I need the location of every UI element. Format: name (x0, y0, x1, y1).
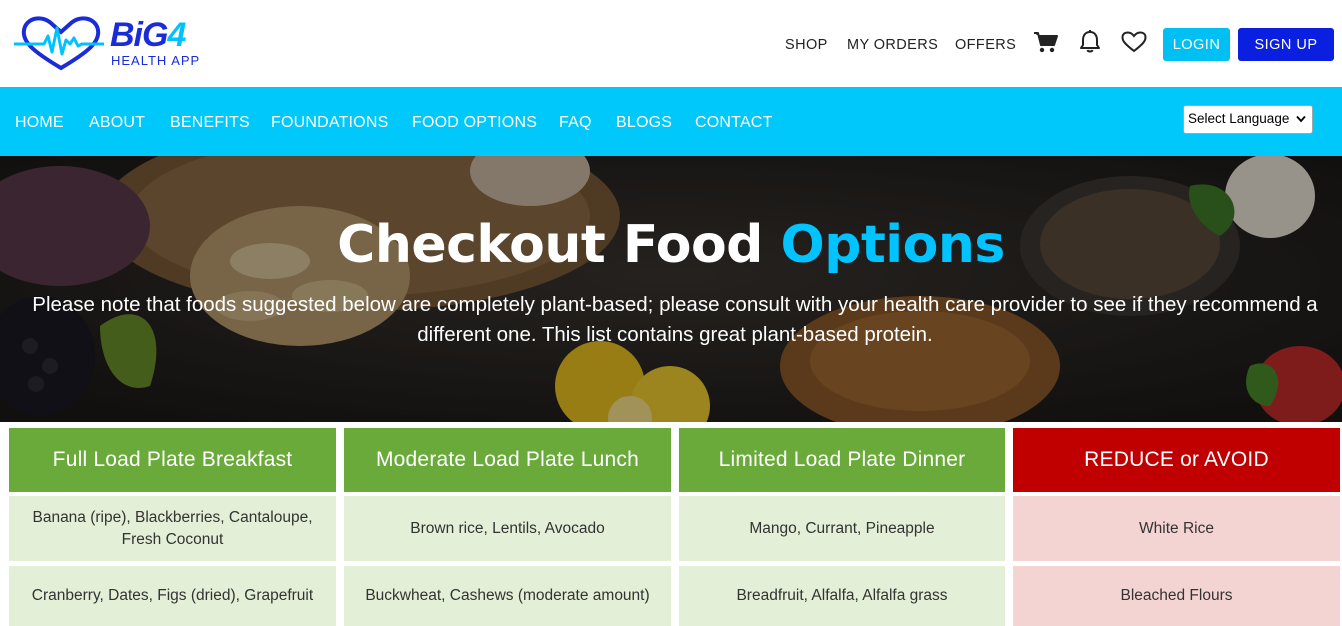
main-nav: HOME ABOUT BENEFITS FOUNDATIONS FOOD OPT… (0, 87, 1342, 156)
nav-benefits[interactable]: BENEFITS (170, 114, 250, 132)
table-cell: Cranberry, Dates, Figs (dried), Grapefru… (9, 566, 336, 626)
table-cell: White Rice (1013, 496, 1340, 561)
table-cell: Bleached Flours (1013, 566, 1340, 626)
hero-description: Please note that foods suggested below a… (32, 293, 1318, 346)
heartbeat-logo-icon (14, 16, 104, 71)
nav-food-options[interactable]: FOOD OPTIONS (412, 114, 537, 132)
table-cell: Mango, Currant, Pineapple (679, 496, 1005, 561)
my-orders-link[interactable]: MY ORDERS (847, 37, 938, 53)
column-header-avoid: REDUCE or AVOID (1013, 428, 1340, 492)
column-header-lunch: Moderate Load Plate Lunch (344, 428, 671, 492)
nav-home[interactable]: HOME (15, 114, 64, 132)
nav-contact[interactable]: CONTACT (695, 114, 773, 132)
nav-foundations[interactable]: FOUNDATIONS (271, 114, 388, 132)
nav-about[interactable]: ABOUT (89, 114, 145, 132)
brand-subtitle: HEALTH APP (111, 53, 201, 68)
food-background-image (0, 156, 1342, 422)
column-header-breakfast: Full Load Plate Breakfast (9, 428, 336, 492)
brand-name: BiG4 (110, 16, 186, 54)
table-cell: Buckwheat, Cashews (moderate amount) (344, 566, 671, 626)
language-select-label: Select Language (1188, 111, 1290, 126)
language-select[interactable]: Select Language (1183, 105, 1313, 134)
page-title: Checkout Food Options (337, 215, 1005, 275)
hero-banner: Checkout Food Options Please note that f… (0, 156, 1342, 422)
column-header-dinner: Limited Load Plate Dinner (679, 428, 1005, 492)
bell-icon[interactable] (1078, 29, 1102, 58)
cart-icon[interactable] (1033, 30, 1059, 58)
brand-logo[interactable]: BiG4 HEALTH APP (14, 14, 229, 74)
table-cell: Banana (ripe), Blackberries, Cantaloupe,… (9, 496, 336, 561)
signup-button[interactable]: SIGN UP (1238, 28, 1334, 61)
heart-icon[interactable] (1121, 31, 1147, 57)
chevron-down-icon (1296, 115, 1306, 123)
food-options-table: Full Load Plate Breakfast Moderate Load … (0, 422, 1342, 626)
table-cell: Breadfruit, Alfalfa, Alfalfa grass (679, 566, 1005, 626)
offers-link[interactable]: OFFERS (955, 37, 1016, 53)
top-header: BiG4 HEALTH APP SHOP MY ORDERS OFFERS LO… (0, 0, 1342, 87)
shop-link[interactable]: SHOP (785, 37, 828, 53)
nav-blogs[interactable]: BLOGS (616, 114, 672, 132)
login-button[interactable]: LOGIN (1163, 28, 1230, 61)
nav-faq[interactable]: FAQ (559, 114, 592, 132)
table-cell: Brown rice, Lentils, Avocado (344, 496, 671, 561)
